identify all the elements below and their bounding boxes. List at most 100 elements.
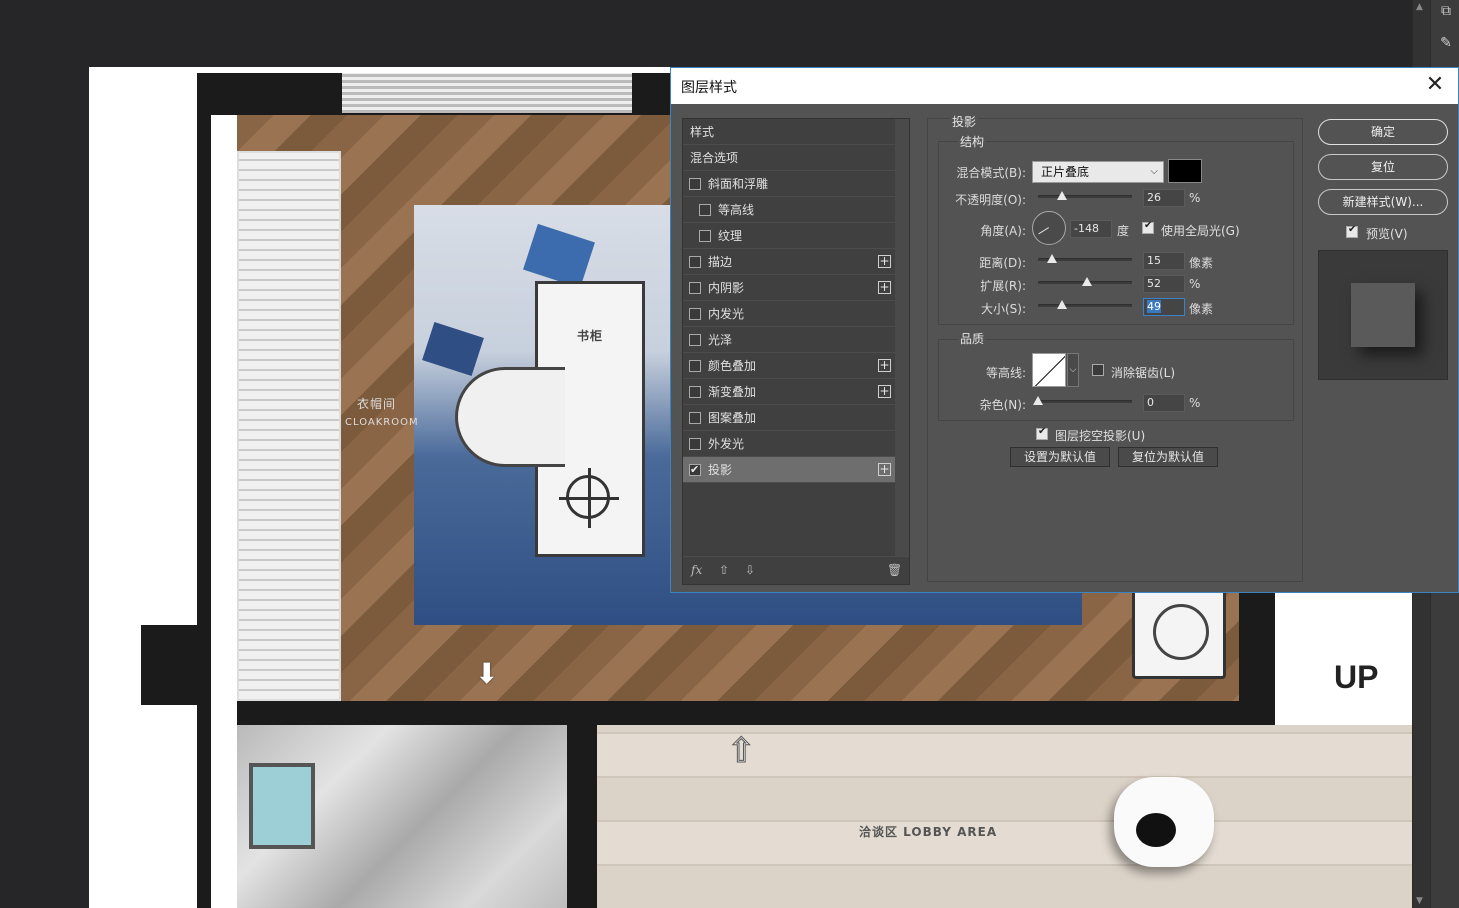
size-input[interactable]: 49 xyxy=(1143,298,1185,316)
add-effect-icon[interactable]: + xyxy=(878,463,891,476)
close-icon[interactable]: ✕ xyxy=(1424,74,1446,96)
up-label: UP xyxy=(1334,659,1379,695)
style-item[interactable]: 内阴影 + xyxy=(683,275,895,301)
add-effect-icon[interactable]: + xyxy=(878,281,891,294)
angle-input[interactable]: -148 xyxy=(1070,220,1112,238)
knockout-checkbox[interactable] xyxy=(1036,426,1048,440)
opacity-slider-thumb[interactable] xyxy=(1057,191,1068,200)
style-items: 样式 混合选项 斜面和浮雕 等高线 纹理 描边 + 内阴影 + 内发光 光泽 颜色叠加 + 渐变叠加 +… xyxy=(683,119,895,483)
size-slider[interactable] xyxy=(1038,300,1132,309)
distance-unit: 像素 xyxy=(1189,256,1214,270)
style-item-label: 内阴影 xyxy=(708,281,745,295)
noise-input[interactable]: 0 xyxy=(1143,394,1185,412)
style-item-label: 内发光 xyxy=(708,307,745,321)
distance-slider-thumb[interactable] xyxy=(1047,254,1058,263)
style-item-checkbox[interactable] xyxy=(689,334,701,346)
noise-unit: % xyxy=(1189,396,1201,410)
shadow-color-swatch[interactable] xyxy=(1168,159,1202,183)
dialog-title: 图层样式 xyxy=(681,80,737,96)
style-item-checkbox[interactable] xyxy=(689,438,701,450)
style-item[interactable]: 斜面和浮雕 xyxy=(683,171,895,197)
chair xyxy=(455,367,565,467)
angle-unit: 度 xyxy=(1117,224,1130,238)
move-up-icon[interactable]: ⇧ xyxy=(719,563,729,577)
spread-slider-thumb[interactable] xyxy=(1081,277,1092,286)
ok-button[interactable]: 确定 xyxy=(1318,119,1448,145)
dialog-titlebar[interactable]: 图层样式 ✕ xyxy=(671,68,1458,104)
move-down-icon[interactable]: ⇩ xyxy=(745,563,755,577)
style-item-checkbox[interactable] xyxy=(689,457,701,483)
room-label: 衣帽间 xyxy=(357,397,397,411)
styles-header[interactable]: 样式 xyxy=(683,119,895,145)
noise-slider[interactable] xyxy=(1033,396,1132,405)
contour-preview[interactable] xyxy=(1032,353,1066,387)
history-panel-icon[interactable]: ⧉ xyxy=(1437,2,1455,20)
style-item[interactable]: 渐变叠加 + xyxy=(683,379,895,405)
style-item-checkbox[interactable] xyxy=(689,360,701,372)
scroll-up-arrow-icon[interactable]: ▲ xyxy=(1416,2,1423,12)
contour-chevron-icon[interactable]: ⌵ xyxy=(1067,353,1079,387)
opacity-input[interactable]: 26 xyxy=(1143,189,1185,207)
style-item[interactable]: 内发光 xyxy=(683,301,895,327)
style-item-checkbox[interactable] xyxy=(689,412,701,424)
style-list: 样式 混合选项 斜面和浮雕 等高线 纹理 描边 + 内阴影 + 内发光 光泽 颜色叠加 + 渐变叠加 +… xyxy=(682,118,910,585)
style-item[interactable]: 外发光 xyxy=(683,431,895,457)
window xyxy=(342,73,632,113)
style-item-checkbox[interactable] xyxy=(689,256,701,268)
size-unit: 像素 xyxy=(1189,302,1214,316)
style-list-scrollbar[interactable] xyxy=(895,119,909,556)
style-item[interactable]: 描边 + xyxy=(683,249,895,275)
new-style-button[interactable]: 新建样式(W)... xyxy=(1318,189,1448,215)
style-item[interactable]: 纹理 xyxy=(683,223,895,249)
noise-slider-thumb[interactable] xyxy=(1033,396,1043,405)
drop-shadow-settings: 投影 结构 混合模式(B): 正片叠底 ⌵ 不透明度(O): 26 % 角度(A… xyxy=(927,113,1303,582)
trash-icon[interactable]: 🗑 xyxy=(887,563,902,577)
style-item-checkbox[interactable] xyxy=(689,386,701,398)
style-item[interactable]: 颜色叠加 + xyxy=(683,353,895,379)
wall xyxy=(237,701,1275,725)
blend-mode-select[interactable]: 正片叠底 ⌵ xyxy=(1032,161,1164,183)
contour-label: 等高线: xyxy=(985,366,1026,380)
global-light-checkbox[interactable] xyxy=(1142,220,1154,234)
opacity-slider[interactable] xyxy=(1038,191,1132,200)
style-item[interactable]: 投影 + xyxy=(683,457,895,483)
preview-checkbox[interactable] xyxy=(1346,224,1358,238)
style-item[interactable]: 光泽 xyxy=(683,327,895,353)
make-default-button[interactable]: 设置为默认值 xyxy=(1010,447,1110,467)
reset-button[interactable]: 复位 xyxy=(1318,154,1448,180)
distance-slider[interactable] xyxy=(1038,254,1132,263)
style-item[interactable]: 图案叠加 xyxy=(683,405,895,431)
spread-label: 扩展(R): xyxy=(980,279,1026,293)
style-item-checkbox[interactable] xyxy=(689,282,701,294)
style-item-checkbox[interactable] xyxy=(689,308,701,320)
blending-options-item[interactable]: 混合选项 xyxy=(683,145,895,171)
style-item-checkbox[interactable] xyxy=(699,230,711,242)
scroll-down-arrow-icon[interactable]: ▼ xyxy=(1416,896,1423,906)
armchair xyxy=(1132,589,1226,679)
style-item[interactable]: 等高线 xyxy=(683,197,895,223)
blend-mode-label: 混合模式(B): xyxy=(956,166,1026,180)
reset-default-button[interactable]: 复位为默认值 xyxy=(1118,447,1218,467)
angle-dial[interactable] xyxy=(1032,211,1066,245)
style-item-label: 等高线 xyxy=(718,203,755,217)
structure-title: 结构 xyxy=(958,133,987,150)
style-item-label: 外发光 xyxy=(708,437,745,451)
add-effect-icon[interactable]: + xyxy=(878,385,891,398)
style-item-checkbox[interactable] xyxy=(689,178,701,190)
wall xyxy=(141,625,211,705)
style-item-label: 颜色叠加 xyxy=(708,359,757,373)
add-effect-icon[interactable]: + xyxy=(878,255,891,268)
style-item-checkbox[interactable] xyxy=(699,204,711,216)
wall xyxy=(567,725,597,908)
size-slider-thumb[interactable] xyxy=(1056,300,1067,309)
brush-panel-icon[interactable]: ✎ xyxy=(1437,34,1455,52)
antialias-checkbox[interactable] xyxy=(1092,364,1104,376)
style-item-label: 斜面和浮雕 xyxy=(708,177,769,191)
spread-slider[interactable] xyxy=(1038,277,1132,286)
spread-input[interactable]: 52 xyxy=(1143,275,1185,293)
style-item-label: 图案叠加 xyxy=(708,411,757,425)
distance-input[interactable]: 15 xyxy=(1143,252,1185,270)
style-item-label: 光泽 xyxy=(708,333,733,347)
fx-icon[interactable]: fx xyxy=(691,563,702,577)
add-effect-icon[interactable]: + xyxy=(878,359,891,372)
